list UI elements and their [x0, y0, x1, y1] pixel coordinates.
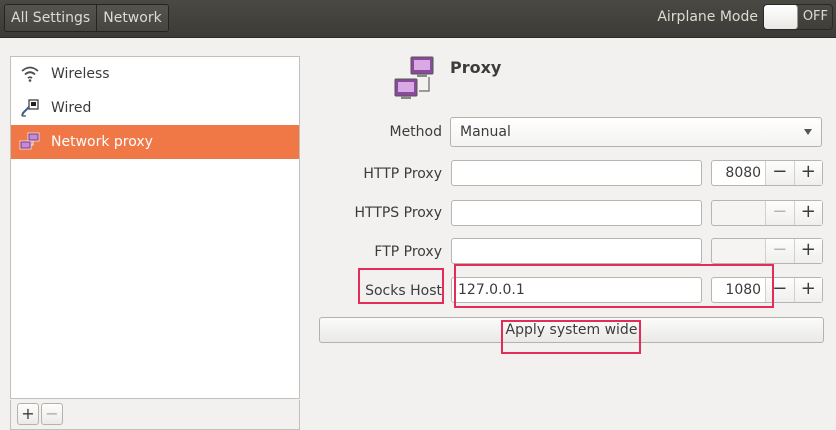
all-settings-button[interactable]: All Settings — [5, 5, 97, 31]
sidebar-toolbar: + − — [10, 400, 300, 430]
wifi-icon — [19, 63, 41, 85]
remove-connection-button[interactable]: − — [41, 403, 63, 425]
socks-port-value[interactable]: 1080 — [712, 278, 765, 302]
port-decrement-button[interactable]: − — [765, 201, 794, 225]
ftp-proxy-port-spinner[interactable]: − + — [711, 238, 823, 264]
port-increment-button[interactable]: + — [793, 161, 822, 185]
page-title: Proxy — [450, 58, 502, 77]
ftp-proxy-label: FTP Proxy — [374, 244, 442, 260]
http-proxy-port-value[interactable]: 8080 — [712, 161, 765, 185]
network-proxy-icon — [393, 55, 437, 107]
toggle-knob — [764, 5, 798, 29]
ftp-proxy-port-value[interactable] — [712, 239, 765, 263]
ftp-proxy-host-input[interactable] — [451, 238, 702, 264]
socks-port-spinner[interactable]: 1080 − + — [711, 277, 823, 303]
port-increment-button[interactable]: + — [793, 239, 822, 263]
socks-host-input[interactable]: 127.0.0.1 — [451, 277, 702, 303]
chevron-down-icon — [804, 129, 812, 135]
sidebar-item-wired[interactable]: Wired — [11, 91, 299, 125]
sidebar-item-label: Wired — [51, 100, 92, 116]
port-decrement-button[interactable]: − — [765, 239, 794, 263]
https-proxy-port-value[interactable] — [712, 201, 765, 225]
header-bar: All Settings Network Airplane Mode OFF — [0, 0, 836, 38]
socks-host-value: 127.0.0.1 — [458, 282, 525, 298]
sidebar-item-network-proxy[interactable]: Network proxy — [11, 125, 299, 159]
airplane-mode-label: Airplane Mode — [657, 9, 758, 25]
method-dropdown[interactable]: Manual — [450, 117, 822, 147]
port-decrement-button[interactable]: − — [765, 278, 794, 302]
https-proxy-label: HTTPS Proxy — [354, 205, 442, 221]
breadcrumb: All Settings Network — [4, 4, 169, 32]
sidebar-item-wireless[interactable]: Wireless — [11, 57, 299, 91]
http-proxy-port-spinner[interactable]: 8080 − + — [711, 160, 823, 186]
socks-host-label: Socks Host — [365, 283, 442, 299]
https-proxy-port-spinner[interactable]: − + — [711, 200, 823, 226]
http-proxy-label: HTTP Proxy — [363, 166, 442, 182]
add-connection-button[interactable]: + — [17, 403, 39, 425]
network-proxy-icon — [19, 131, 41, 153]
port-decrement-button[interactable]: − — [765, 161, 794, 185]
http-proxy-host-input[interactable] — [451, 160, 702, 186]
port-increment-button[interactable]: + — [793, 278, 822, 302]
network-device-list: Wireless Wired Network proxy — [10, 56, 300, 399]
port-increment-button[interactable]: + — [793, 201, 822, 225]
apply-system-wide-button[interactable]: Apply system wide — [319, 317, 824, 343]
method-label: Method — [389, 124, 442, 140]
sidebar-item-label: Network proxy — [51, 134, 153, 150]
sidebar-item-label: Wireless — [51, 66, 110, 82]
method-value: Manual — [460, 124, 511, 140]
toggle-state: OFF — [802, 9, 828, 24]
https-proxy-host-input[interactable] — [451, 200, 702, 226]
network-breadcrumb[interactable]: Network — [96, 5, 168, 31]
wired-icon — [19, 97, 41, 119]
airplane-mode-toggle[interactable]: OFF — [763, 4, 833, 30]
